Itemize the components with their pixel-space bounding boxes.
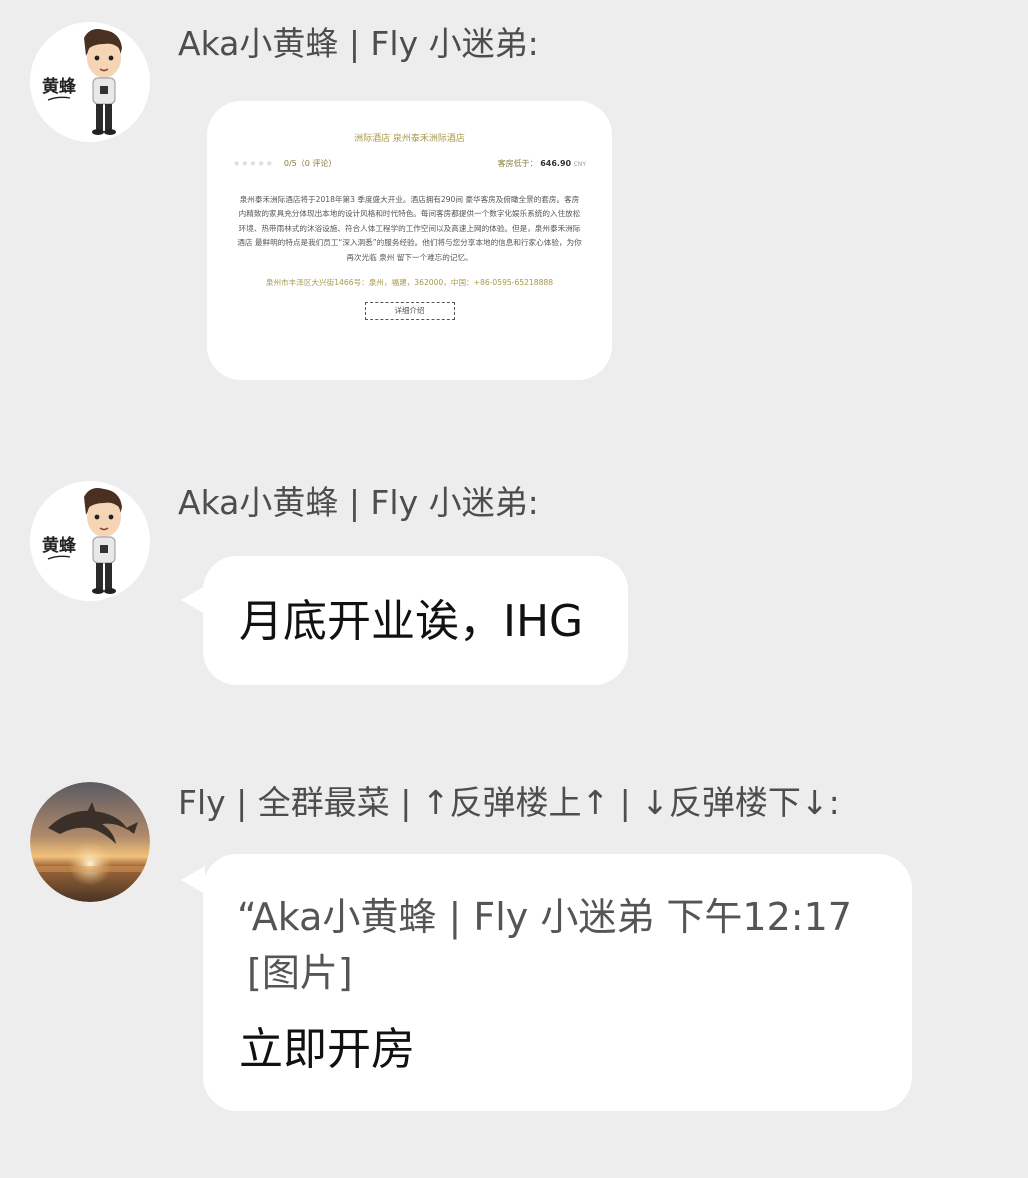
chat-window: 黄蜂 Aka小黄蜂 | Fly 小迷弟: 洲际酒店 泉州泰禾洲际酒店 ★★★★★… xyxy=(0,0,1028,1178)
message-text: 立即开房 xyxy=(239,1024,415,1075)
message-bubble[interactable]: “Aka小黄蜂 | Fly 小迷弟 下午12:17 [图片] 立即开房 xyxy=(181,854,912,1111)
quoted-message-content[interactable]: [图片] xyxy=(247,954,353,992)
rating-price-row: ★★★★★ 0/5（0 评论） 客房低于： 646.90 CNY xyxy=(233,158,586,169)
hotel-card-image[interactable]: 洲际酒店 泉州泰禾洲际酒店 ★★★★★ 0/5（0 评论） 客房低于： 646.… xyxy=(207,101,612,380)
message-bubble[interactable]: 月底开业诶，IHG xyxy=(181,556,628,685)
detail-button[interactable]: 详细介绍 xyxy=(364,302,455,321)
quoted-message-header[interactable]: “Aka小黄蜂 | Fly 小迷弟 下午12:17 xyxy=(237,898,852,936)
price-block: 客房低于： 646.90 CNY xyxy=(498,158,586,169)
hotel-title: 洲际酒店 泉州泰禾洲际酒店 xyxy=(354,134,465,144)
hotel-card-content: 洲际酒店 泉州泰禾洲际酒店 ★★★★★ 0/5（0 评论） 客房低于： 646.… xyxy=(233,125,586,362)
cartoon-boy-avatar-icon: 黄蜂 xyxy=(30,481,150,601)
sender-name: Aka小黄蜂 | Fly 小迷弟: xyxy=(178,24,539,63)
sender-avatar[interactable] xyxy=(30,782,150,902)
dolphin-sunset-avatar-icon xyxy=(30,782,150,902)
bubble-tail xyxy=(181,586,205,614)
price-currency: CNY xyxy=(573,161,586,168)
avatar-label: 黄蜂 xyxy=(42,535,77,556)
avatar-label: 黄蜂 xyxy=(42,76,77,97)
price-label: 客房低于： xyxy=(497,159,538,168)
sender-avatar[interactable]: 黄蜂 xyxy=(30,481,150,601)
star-rating-icon: ★★★★★ xyxy=(233,159,274,168)
rating-text: 0/5（0 评论） xyxy=(283,159,337,168)
sender-avatar[interactable]: 黄蜂 xyxy=(30,22,150,142)
price-value: 646.90 xyxy=(540,159,572,168)
sender-name: Fly | 全群最菜 | ↑反弹楼上↑ | ↓反弹楼下↓: xyxy=(178,783,840,822)
message-text: 月底开业诶，IHG xyxy=(239,596,584,647)
bubble-tail xyxy=(181,866,205,894)
cartoon-boy-avatar-icon: 黄蜂 xyxy=(30,22,150,142)
hotel-description: 泉州泰禾洲际酒店将于2018年第3 季度盛大开业。酒店拥有290间 豪华客房及俯… xyxy=(237,195,582,262)
hotel-address: 泉州市丰泽区大兴街1466号：泉州，福建，362000，中国：+86-0595-… xyxy=(265,278,554,288)
sender-name: Aka小黄蜂 | Fly 小迷弟: xyxy=(178,483,539,522)
